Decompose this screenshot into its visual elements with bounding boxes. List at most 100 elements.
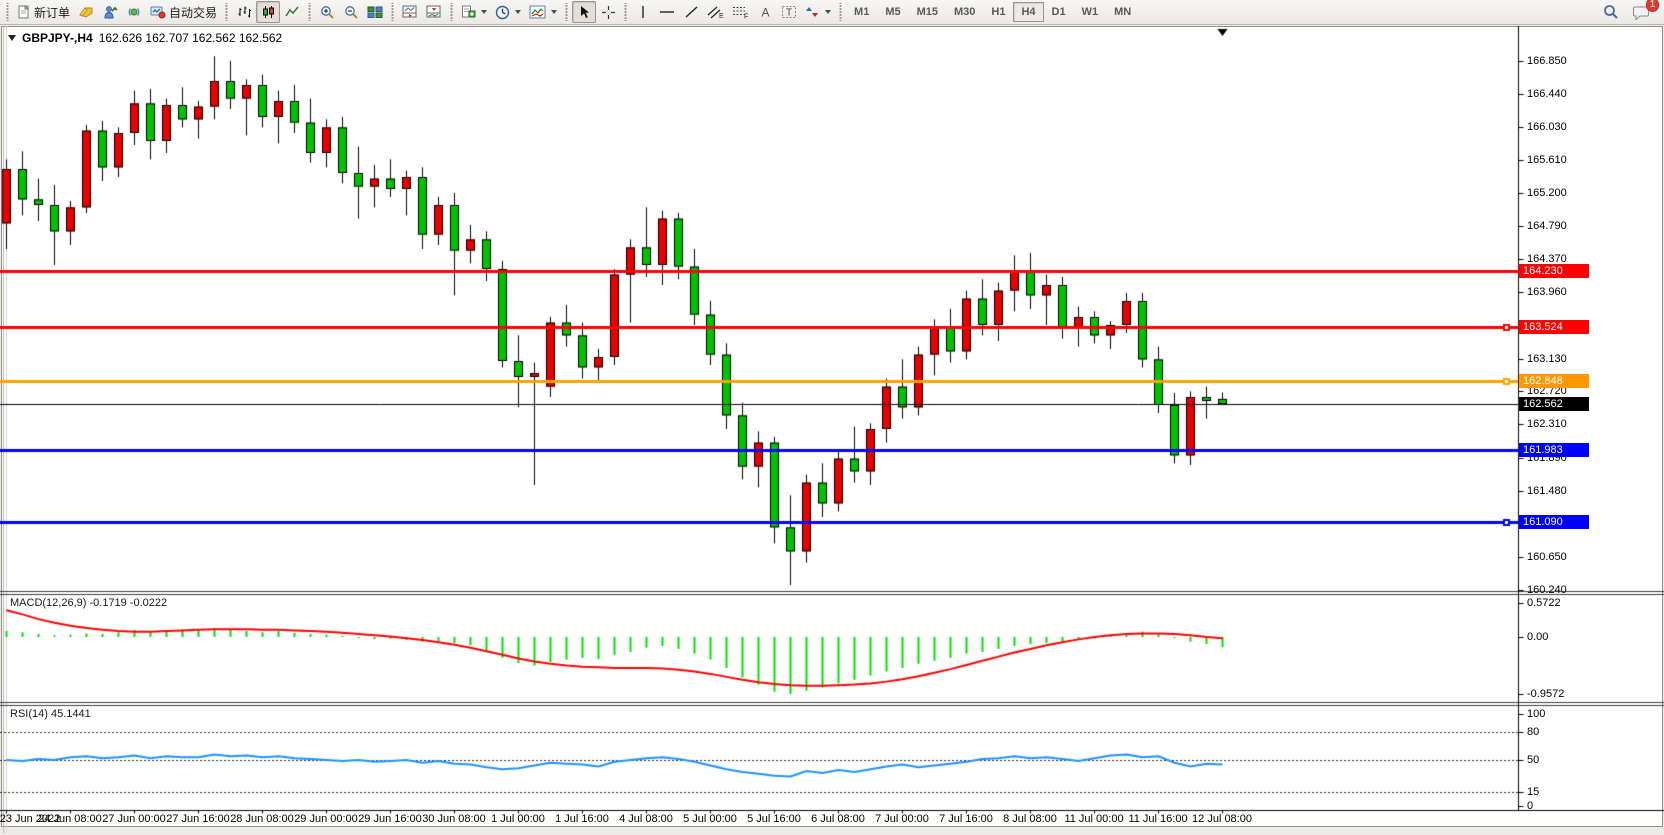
tile-windows-icon [367, 5, 383, 19]
price-tick-label: 161.480 [1527, 485, 1567, 497]
macd-values: -0.1719 -0.0222 [89, 597, 167, 609]
notification-badge: 1 [1646, 0, 1659, 12]
price-line-badge: 162.562 [1519, 397, 1589, 411]
price-tick-label: 165.200 [1527, 187, 1567, 199]
new-order-button[interactable]: 新订单 [13, 1, 74, 23]
macd-name: MACD(12,26,9) [10, 597, 86, 609]
symbol-dropdown-icon[interactable] [8, 35, 16, 41]
rsi-scale-label: 50 [1527, 754, 1539, 766]
timeframe-m5[interactable]: M5 [877, 2, 908, 22]
rsi-scale-label: 0 [1527, 800, 1533, 812]
market-watch-button[interactable] [74, 1, 98, 23]
horizontal-line-icon [659, 5, 675, 19]
candlestick-mode-button[interactable] [256, 1, 280, 23]
time-axis-label: 1 Jul 16:00 [555, 813, 609, 825]
vertical-line-icon [638, 5, 648, 19]
price-line-badge: 164.230 [1519, 264, 1589, 278]
auto-trading-label: 自动交易 [169, 4, 217, 21]
toolbar-grip[interactable] [389, 3, 396, 21]
price-tick-label: 162.310 [1527, 418, 1567, 430]
line-chart-mode-button[interactable] [280, 1, 304, 23]
zoom-out-button[interactable] [339, 1, 363, 23]
main-toolbar: 新订单 自动交易 [0, 0, 1664, 25]
horizontal-line-tool-button[interactable] [655, 1, 679, 23]
timeframe-mn[interactable]: MN [1106, 2, 1139, 22]
signals-button[interactable] [122, 1, 146, 23]
timeframe-h4[interactable]: H4 [1013, 2, 1043, 22]
chart-symbol-period: GBPJPY-,H4 [22, 31, 93, 45]
price-tick-label: 164.790 [1527, 220, 1567, 232]
period-clock-button[interactable] [491, 1, 525, 23]
notifications-button[interactable]: 1 [1629, 1, 1654, 23]
cursor-tool-button[interactable] [572, 1, 596, 23]
time-axis-label: 4 Jul 08:00 [619, 813, 673, 825]
price-tick-label: 166.030 [1527, 121, 1567, 133]
trendline-tool-button[interactable] [679, 1, 703, 23]
timeframe-label: M15 [917, 6, 938, 18]
arrows-tool-button[interactable] [801, 1, 835, 23]
timeframe-label: H1 [991, 6, 1005, 18]
time-axis-label: 11 Jul 00:00 [1064, 813, 1123, 825]
fibonacci-tool-button[interactable]: F [728, 1, 753, 23]
crosshair-icon [601, 5, 616, 20]
candlestick-icon [261, 5, 276, 19]
macd-scale-label: 0.5722 [1527, 597, 1561, 609]
timeframe-m1[interactable]: M1 [846, 2, 877, 22]
text-label-tool-button[interactable]: T [777, 1, 801, 23]
time-axis-label: 6 Jul 08:00 [811, 813, 865, 825]
new-order-label: 新订单 [34, 4, 70, 21]
toolbar-grip[interactable] [4, 3, 11, 21]
timeframe-label: M1 [854, 6, 869, 18]
add-indicator-button[interactable] [457, 1, 491, 23]
chart-canvas[interactable] [0, 0, 1664, 835]
timeframe-m15[interactable]: M15 [909, 2, 946, 22]
zoom-in-icon [320, 5, 335, 20]
zoom-in-button[interactable] [315, 1, 339, 23]
bar-chart-icon [237, 5, 252, 19]
dropdown-arrow-icon [551, 10, 557, 14]
arrow-objects-icon [805, 5, 820, 19]
toolbar-grip[interactable] [563, 3, 570, 21]
fibonacci-icon: F [732, 5, 749, 19]
timeframe-m30[interactable]: M30 [946, 2, 983, 22]
toolbar-grip[interactable] [837, 3, 844, 21]
bar-chart-mode-button[interactable] [232, 1, 256, 23]
search-button[interactable] [1599, 1, 1623, 23]
equidistant-channel-tool-button[interactable]: E [703, 1, 728, 23]
rsi-name: RSI(14) [10, 708, 48, 720]
channel-icon: E [707, 5, 724, 19]
price-line-badge: 163.524 [1519, 320, 1589, 334]
timeframe-w1[interactable]: W1 [1074, 2, 1107, 22]
auto-trading-button[interactable]: 自动交易 [146, 1, 221, 23]
toolbar-grip[interactable] [448, 3, 455, 21]
strategy-tester-button[interactable] [98, 1, 122, 23]
chart-template-button[interactable] [525, 1, 561, 23]
vertical-line-tool-button[interactable] [631, 1, 655, 23]
time-axis-label: 5 Jul 00:00 [683, 813, 737, 825]
time-axis-label: 7 Jul 16:00 [939, 813, 993, 825]
new-indicator-window-button[interactable] [398, 1, 422, 23]
text-tool-button[interactable]: A [753, 1, 777, 23]
toolbar-grip[interactable] [306, 3, 313, 21]
dropdown-arrow-icon [825, 10, 831, 14]
timeframe-label: D1 [1052, 6, 1066, 18]
price-tick-label: 165.610 [1527, 154, 1567, 166]
macd-scale-label: -0.9572 [1527, 688, 1564, 700]
time-axis-label: 27 Jun 00:00 [102, 813, 166, 825]
timeframe-h1[interactable]: H1 [983, 2, 1013, 22]
tester-icon [103, 5, 118, 19]
line-chart-icon [285, 5, 300, 19]
dropdown-arrow-icon [515, 10, 521, 14]
toolbar-grip[interactable] [223, 3, 230, 21]
time-axis-label: 29 Jun 16:00 [358, 813, 422, 825]
crosshair-tool-button[interactable] [596, 1, 620, 23]
macd-scale-label: 0.00 [1527, 631, 1548, 643]
indicator-list-button[interactable] [422, 1, 446, 23]
tile-windows-button[interactable] [363, 1, 387, 23]
toolbar-grip[interactable] [622, 3, 629, 21]
timeframe-d1[interactable]: D1 [1044, 2, 1074, 22]
macd-indicator-label: MACD(12,26,9) -0.1719 -0.0222 [10, 597, 167, 609]
chart-ohlc-values: 162.626 162.707 162.562 162.562 [99, 31, 283, 45]
time-axis-label: 5 Jul 16:00 [747, 813, 801, 825]
price-tick-label: 163.960 [1527, 286, 1567, 298]
